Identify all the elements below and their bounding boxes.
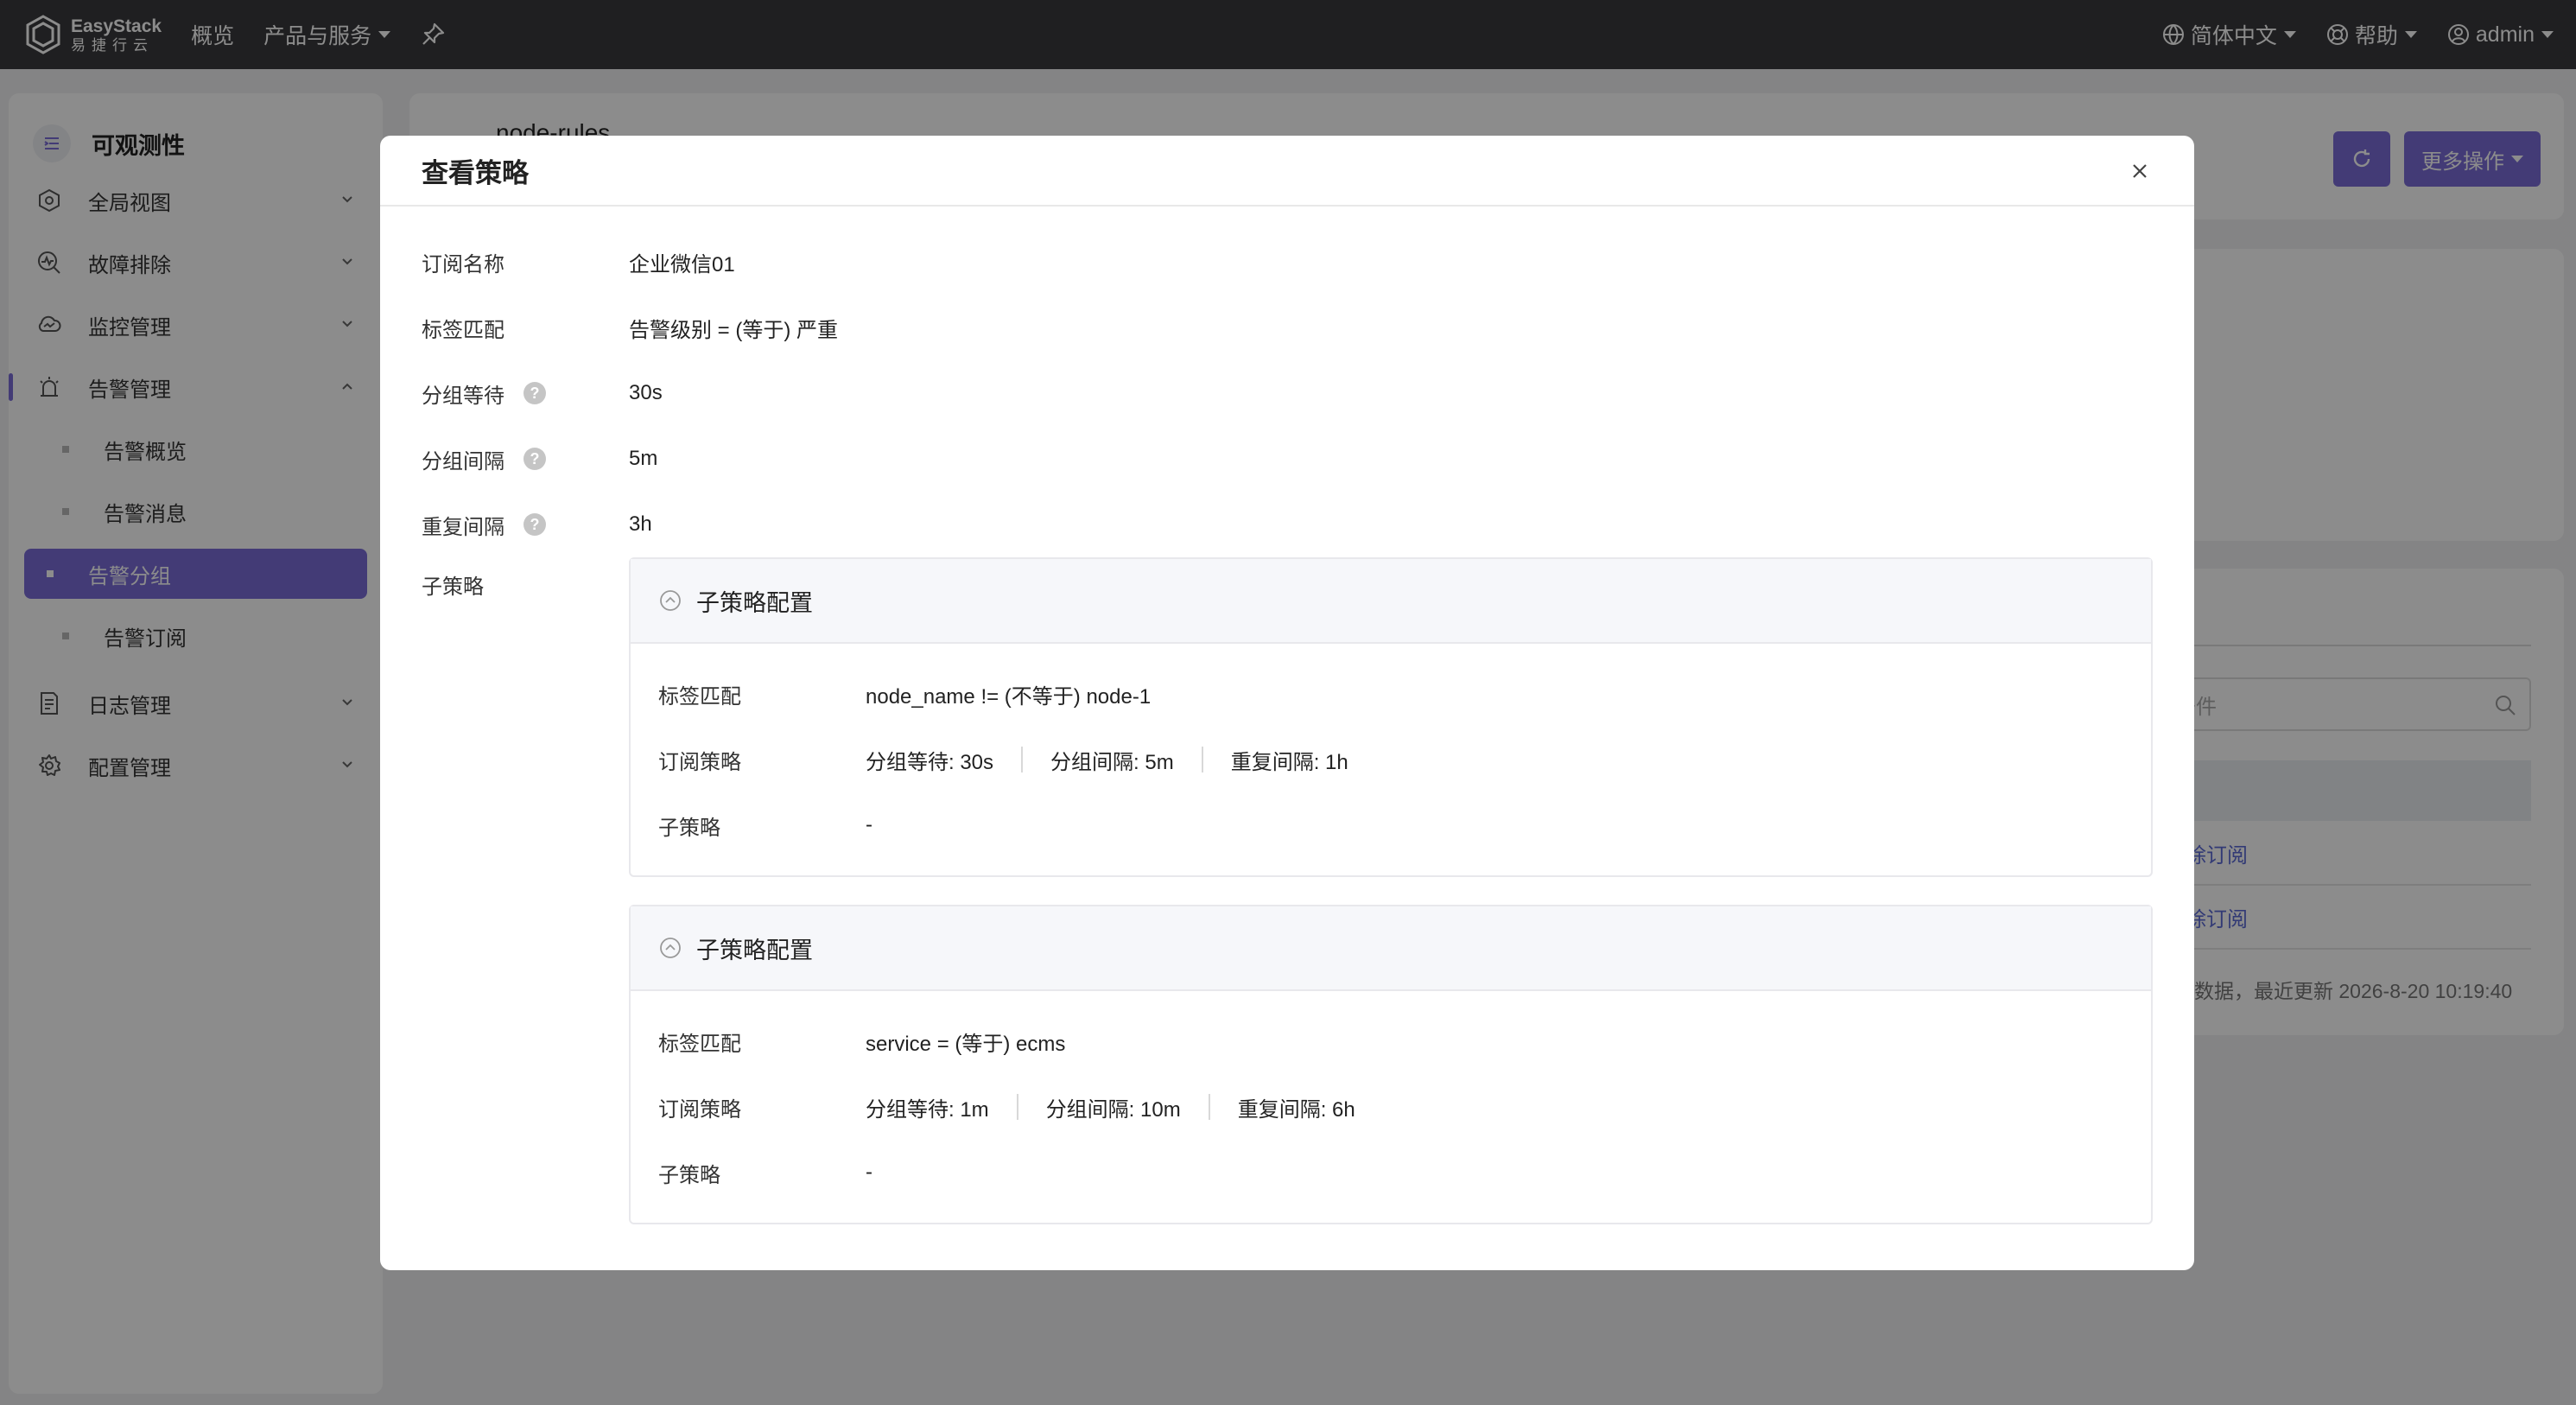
sub-policy-strategy: 订阅策略 分组等待: 1m 分组间隔: 10m 重复间隔: 6h [658, 1074, 2123, 1140]
dialog-header: 查看策略 [380, 136, 2194, 207]
group-interval-value: 分组间隔: 10m [1045, 1097, 1181, 1122]
repeat-interval-value: 重复间隔: 6h [1237, 1097, 1355, 1122]
sub-policy-label-match: 标签匹配 node_name != (不等于) node-1 [658, 661, 2123, 727]
divider [1021, 747, 1024, 772]
field-label: 子策略 [658, 1163, 720, 1187]
sub-policy-list: 子策略配置 标签匹配 node_name != (不等于) node-1 订阅策… [629, 557, 2153, 1252]
collapse-circle-icon [660, 938, 681, 958]
field-label-wrap: 分组等待? [422, 378, 629, 409]
sub-policy-panel-body: 标签匹配 service = (等于) ecms 订阅策略 分组等待: 1m 分… [631, 991, 2151, 1223]
field-label: 子策略 [422, 575, 484, 599]
help-icon[interactable]: ? [523, 513, 546, 536]
view-policy-dialog: 查看策略 订阅名称 企业微信01 标签匹配 告警级别 = (等于) 严重 分组等… [380, 136, 2194, 1270]
sub-policy-panel-header[interactable]: 子策略配置 [631, 559, 2151, 644]
divider [1208, 1094, 1210, 1120]
field-subscription-name: 订阅名称 企业微信01 [422, 229, 2153, 295]
field-value: - [866, 1160, 872, 1184]
field-label: 分组等待 [422, 384, 504, 408]
sub-policy-label-match: 标签匹配 service = (等于) ecms [658, 1008, 2123, 1074]
field-label: 订阅策略 [658, 750, 741, 774]
field-label: 订阅名称 [422, 252, 504, 277]
sub-policy-panel-header[interactable]: 子策略配置 [631, 906, 2151, 991]
field-sub-policies: 子策略 子策略配置 标签匹配 node_name != (不等于) node-1… [422, 557, 2153, 1252]
field-label: 重复间隔 [422, 515, 504, 539]
field-value: node_name != (不等于) node-1 [866, 684, 1152, 709]
field-label-wrap: 重复间隔? [422, 510, 629, 540]
field-label-match: 标签匹配 告警级别 = (等于) 严重 [422, 295, 2153, 360]
sub-policy-panel-title: 子策略配置 [696, 589, 813, 616]
field-label: 分组间隔 [422, 449, 504, 474]
repeat-interval-value: 重复间隔: 1h [1230, 750, 1348, 774]
field-label: 订阅策略 [658, 1097, 741, 1122]
field-value: 企业微信01 [629, 252, 735, 277]
sub-policy-strategy: 订阅策略 分组等待: 30s 分组间隔: 5m 重复间隔: 1h [658, 727, 2123, 792]
field-value: 告警级别 = (等于) 严重 [629, 318, 839, 342]
sub-policy-children: 子策略 - [658, 792, 2123, 858]
divider [1201, 747, 1203, 772]
group-interval-value: 分组间隔: 5m [1050, 750, 1174, 774]
strategy-values: 分组等待: 1m 分组间隔: 10m 重复间隔: 6h [866, 1092, 1355, 1122]
group-wait-value: 分组等待: 1m [866, 1097, 989, 1122]
sub-policy-panel-body: 标签匹配 node_name != (不等于) node-1 订阅策略 分组等待… [631, 644, 2151, 875]
help-icon[interactable]: ? [523, 448, 546, 470]
field-value: 3h [629, 512, 652, 536]
field-label: 子策略 [658, 816, 720, 840]
field-label: 标签匹配 [422, 318, 504, 342]
group-wait-value: 分组等待: 30s [866, 750, 994, 774]
field-repeat-interval: 重复间隔? 3h [422, 492, 2153, 557]
dialog-body: 订阅名称 企业微信01 标签匹配 告警级别 = (等于) 严重 分组等待? 30… [380, 207, 2194, 1252]
sub-policy-panel: 子策略配置 标签匹配 service = (等于) ecms 订阅策略 分组等待… [629, 905, 2153, 1224]
field-value: 5m [629, 447, 658, 470]
strategy-values: 分组等待: 30s 分组间隔: 5m 重复间隔: 1h [866, 745, 1348, 775]
close-icon[interactable] [2127, 158, 2153, 184]
sub-policy-children: 子策略 - [658, 1140, 2123, 1205]
field-group-interval: 分组间隔? 5m [422, 426, 2153, 492]
field-value: service = (等于) ecms [866, 1032, 1066, 1056]
field-label: 标签匹配 [658, 1032, 741, 1056]
dialog-title: 查看策略 [422, 157, 529, 188]
field-group-wait: 分组等待? 30s [422, 360, 2153, 426]
help-icon[interactable]: ? [523, 382, 546, 404]
field-label-wrap: 分组间隔? [422, 444, 629, 474]
field-value: - [866, 813, 872, 836]
collapse-circle-icon [660, 590, 681, 611]
sub-policy-panel: 子策略配置 标签匹配 node_name != (不等于) node-1 订阅策… [629, 557, 2153, 877]
field-label: 标签匹配 [658, 684, 741, 709]
field-value: 30s [629, 381, 663, 404]
sub-policy-panel-title: 子策略配置 [696, 937, 813, 963]
divider [1016, 1094, 1018, 1120]
